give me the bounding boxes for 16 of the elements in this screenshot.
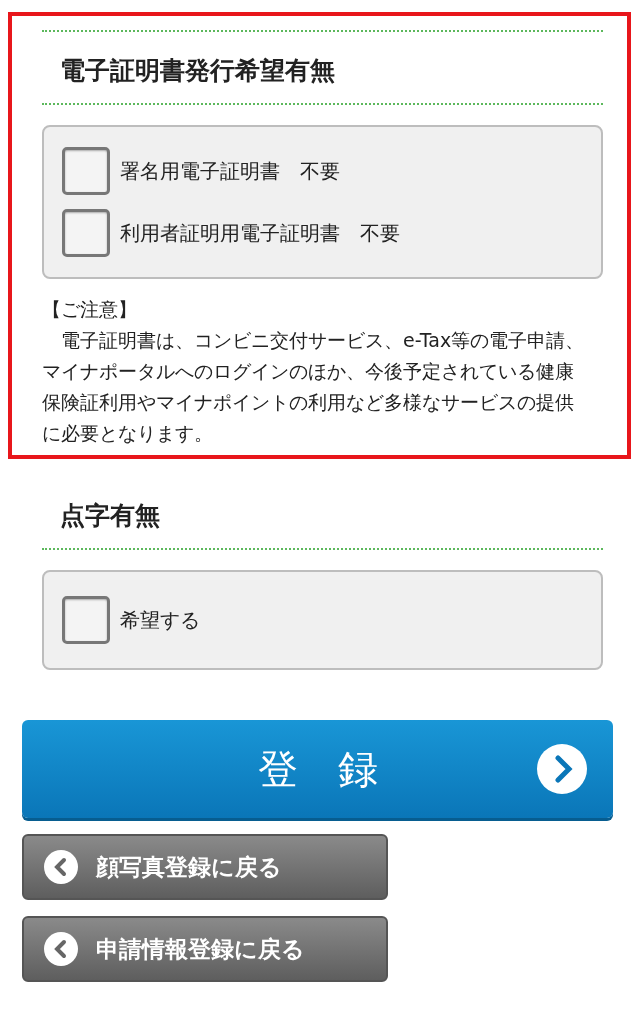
back-button[interactable]: 申請情報登録に戻る [22,916,388,982]
checkbox-label[interactable]: 利用者証明用電子証明書 不要 [120,219,400,247]
checkbox[interactable] [62,209,110,257]
checkbox[interactable] [62,147,110,195]
checkbox[interactable] [62,596,110,644]
register-button[interactable]: 登 録 [22,720,613,818]
chevron-right-icon [537,744,587,794]
section-heading: 点字有無 [42,477,603,550]
checkbox-label[interactable]: 署名用電子証明書 不要 [120,157,340,185]
chevron-left-icon [44,932,78,966]
note-text: 電子証明書は、コンビニ交付サービス、e-Tax等の電子申請、マイナポータルへのログインのほか、今後予定されている健康保険証利用やマイナポイントの利用など多様なサービスの提供に必要となります。 [42,328,586,446]
back-button[interactable]: 顔写真登録に戻る [22,834,388,900]
checkbox-label[interactable]: 希望する [120,606,200,634]
note-title: 【ご注意】 [42,297,138,322]
section-heading: 電子証明書発行希望有無 [42,32,603,105]
chevron-left-icon [44,850,78,884]
